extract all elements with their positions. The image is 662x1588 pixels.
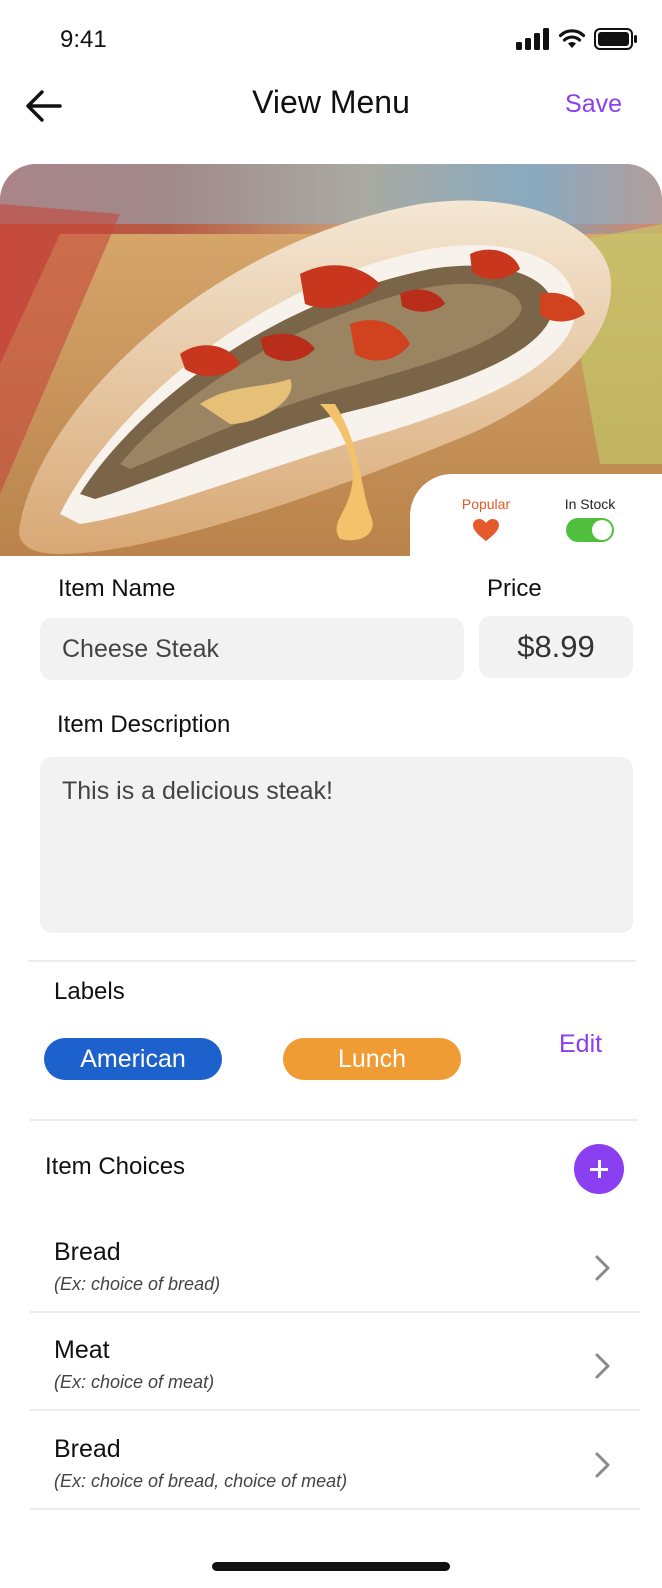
item-choices-heading: Item Choices [45, 1153, 186, 1180]
chevron-right-icon [595, 1255, 610, 1281]
choice-subtitle: (Ex: choice of meat) [54, 1372, 215, 1392]
divider [30, 1409, 640, 1411]
in-stock-flag: In Stock [550, 496, 630, 542]
price-label: Price [487, 575, 542, 602]
item-description-input[interactable]: This is a delicious steak! [40, 757, 633, 933]
battery-icon [594, 28, 637, 50]
edit-labels-button[interactable]: Edit [559, 1030, 602, 1059]
wifi-icon [558, 29, 586, 48]
home-indicator[interactable] [212, 1562, 450, 1571]
heart-icon [473, 519, 499, 541]
divider [30, 1311, 640, 1313]
choice-subtitle: (Ex: choice of bread) [54, 1274, 221, 1294]
divider [30, 1119, 638, 1121]
in-stock-toggle[interactable] [566, 518, 614, 542]
divider [28, 960, 636, 962]
price-input[interactable] [479, 616, 633, 678]
page-title: View Menu [252, 84, 410, 120]
choice-title: Meat [54, 1336, 110, 1364]
choice-title: Bread [54, 1435, 121, 1463]
popular-flag[interactable]: Popular [450, 496, 522, 542]
add-choice-button[interactable] [574, 1144, 624, 1194]
choice-subtitle: (Ex: choice of bread, choice of meat) [54, 1471, 348, 1491]
choice-row[interactable]: Meat (Ex: choice of meat) [30, 1318, 640, 1416]
choice-title: Bread [54, 1238, 121, 1266]
labels-heading: Labels [54, 978, 125, 1005]
item-name-label: Item Name [58, 575, 176, 602]
label-chip-lunch[interactable]: Lunch [283, 1038, 461, 1080]
item-flags-card: Popular In Stock [410, 474, 662, 558]
item-description-label: Item Description [57, 711, 231, 738]
chevron-right-icon [595, 1452, 610, 1478]
nav-bar: View Menu Save [0, 76, 662, 136]
choice-row[interactable]: Bread (Ex: choice of bread, choice of me… [30, 1417, 640, 1515]
save-button[interactable]: Save [565, 90, 622, 119]
choice-row[interactable]: Bread (Ex: choice of bread) [30, 1220, 640, 1318]
status-bar: 9:41 [0, 0, 662, 80]
chevron-right-icon [595, 1353, 610, 1379]
divider [30, 1508, 640, 1510]
cellular-signal-icon [516, 28, 549, 50]
in-stock-label: In Stock [564, 496, 616, 512]
item-name-input[interactable] [40, 618, 464, 680]
status-icons [516, 28, 638, 50]
popular-label: Popular [461, 496, 511, 512]
label-chip-american[interactable]: American [44, 1038, 222, 1080]
status-time: 9:41 [60, 26, 107, 53]
